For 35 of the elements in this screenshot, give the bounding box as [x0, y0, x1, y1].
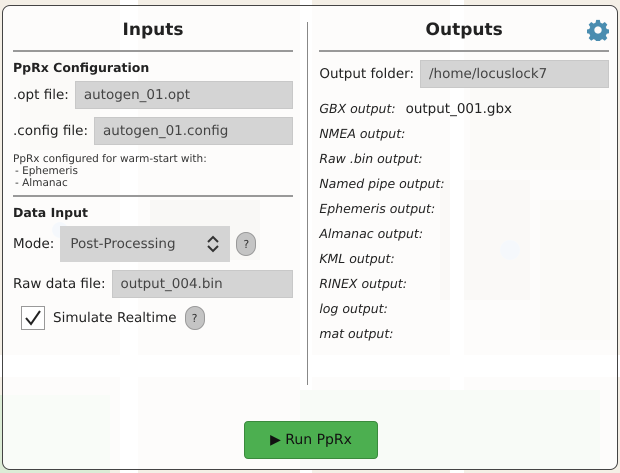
run-button[interactable]: ▶ Run PpRx — [244, 421, 378, 459]
output-folder-field[interactable]: /home/locuslock7 — [420, 60, 609, 88]
output-label: KML output: — [319, 251, 395, 266]
output-label: Ephemeris output: — [319, 201, 436, 216]
output-label: GBX output: — [319, 101, 396, 116]
output-label: log output: — [319, 301, 388, 316]
help-button[interactable]: ? — [236, 232, 256, 256]
field-label: Raw data file: — [13, 276, 106, 292]
section-heading: Data Input — [13, 205, 89, 220]
checkbox-label: Simulate Realtime — [53, 310, 177, 326]
output-label: Raw .bin output: — [319, 151, 423, 166]
note-item: - Ephemeris — [14, 165, 79, 177]
simulate-checkbox[interactable] — [21, 306, 45, 330]
chevron-icon — [206, 234, 220, 254]
settings-icon[interactable] — [587, 19, 609, 41]
opt-file-field[interactable]: autogen_01.opt — [74, 81, 293, 109]
field-label: Mode: — [13, 236, 54, 252]
note-item: - Almanac — [14, 177, 69, 189]
note-text: PpRx configured for warm-start with: — [13, 153, 208, 165]
output-label: NMEA output: — [319, 126, 406, 141]
config-file-field[interactable]: autogen_01.config — [94, 117, 293, 145]
output-label: mat output: — [319, 326, 394, 341]
output-label: Named pipe output: — [319, 176, 445, 191]
field-label: .config file: — [13, 123, 88, 139]
outputs-title: Outputs — [426, 19, 503, 42]
output-value: output_001.gbx — [406, 100, 512, 116]
field-label: .opt file: — [13, 87, 69, 103]
mode-select[interactable]: Post-Processing — [60, 226, 230, 262]
raw-file-field[interactable]: output_004.bin — [112, 270, 293, 298]
field-label: Output folder: — [319, 66, 414, 82]
inputs-title: Inputs — [122, 19, 184, 42]
help-button[interactable]: ? — [184, 306, 205, 330]
output-label: RINEX output: — [319, 276, 407, 291]
output-label: Almanac output: — [319, 226, 424, 241]
section-heading: PpRx Configuration — [13, 60, 150, 75]
